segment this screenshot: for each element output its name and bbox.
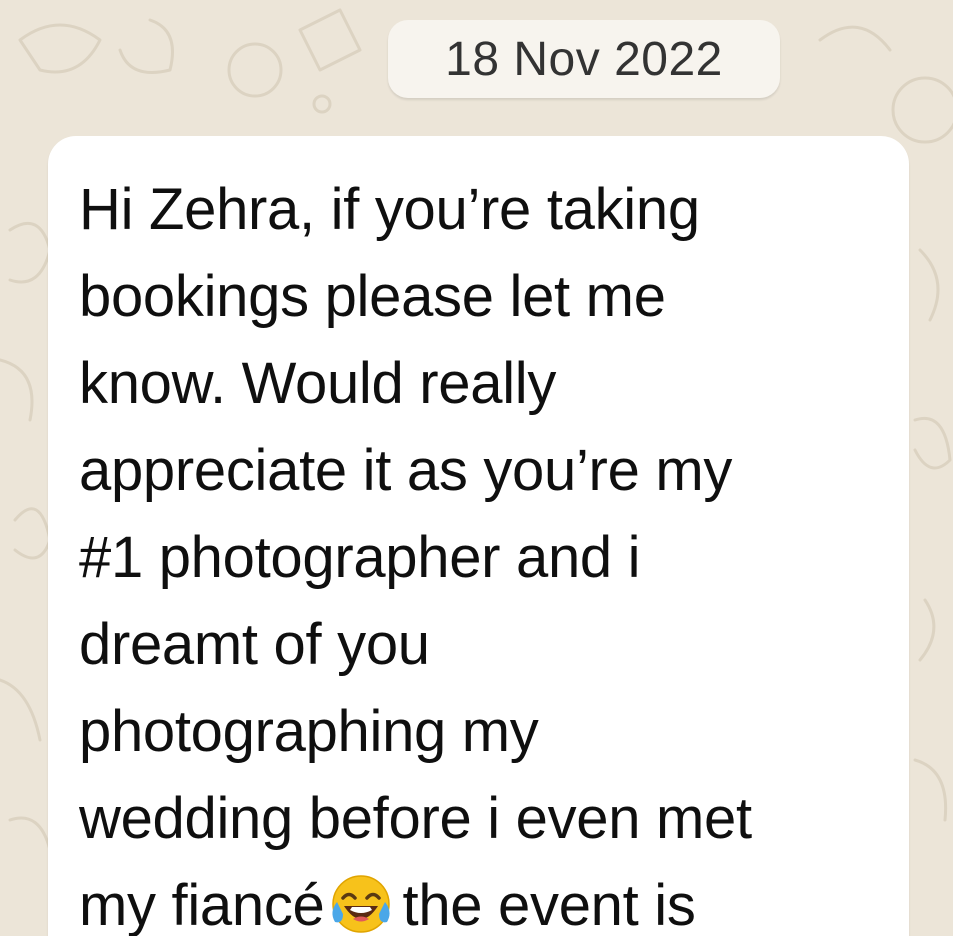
message-line-7: photographing my bbox=[79, 699, 539, 764]
message-text-after-emoji: the event is bbox=[402, 873, 696, 936]
face-with-tears-of-joy-icon bbox=[331, 874, 390, 933]
message-line-8: wedding before i even met bbox=[79, 786, 752, 851]
message-line-6: dreamt of you bbox=[79, 612, 430, 677]
message-line-9: my fiancé the event is bbox=[79, 862, 909, 936]
message-line-4: appreciate it as you’re my bbox=[79, 438, 733, 503]
message-line-2: bookings please let me bbox=[79, 264, 666, 329]
message-line-3: know. Would really bbox=[79, 351, 557, 416]
message-line-1: Hi Zehra, if you’re taking bbox=[79, 177, 700, 242]
date-separator: 18 Nov 2022 bbox=[388, 20, 780, 98]
incoming-message-bubble[interactable]: Hi Zehra, if you’re taking bookings plea… bbox=[48, 136, 909, 936]
date-separator-label: 18 Nov 2022 bbox=[445, 32, 723, 86]
message-text-before-emoji: my fiancé bbox=[79, 873, 325, 936]
message-line-5: #1 photographer and i bbox=[79, 525, 641, 590]
